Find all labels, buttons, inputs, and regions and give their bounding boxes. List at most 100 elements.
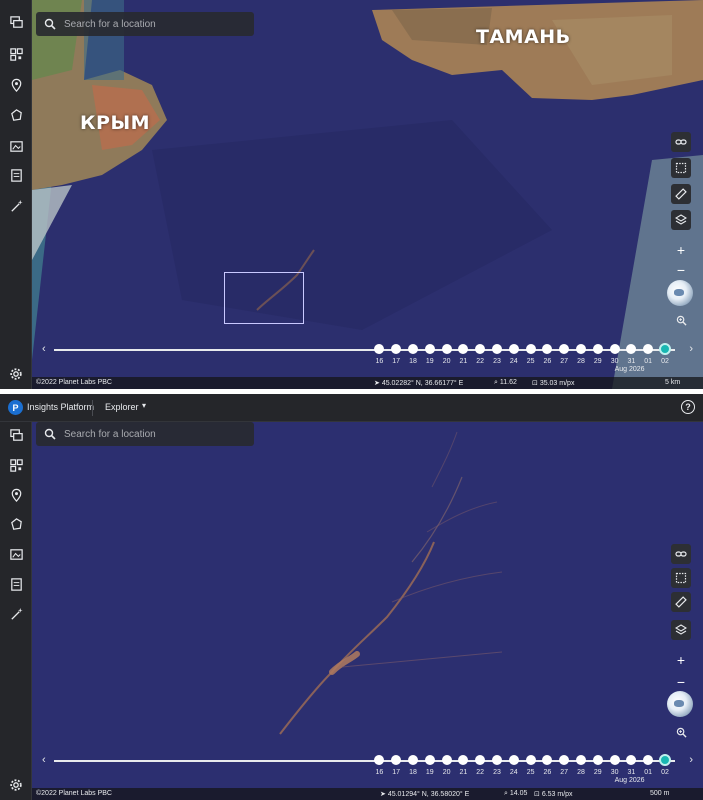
timeline-day-dot[interactable] [391, 755, 402, 765]
timeline-day-dot[interactable] [441, 755, 452, 765]
top-map-panel: КРЫМ ТАМАНЬ + − ‹ › 16 17 18 19 20 21 22 23 24 25 26 [0, 0, 703, 389]
ruler-icon[interactable] [671, 592, 691, 612]
app-logo[interactable]: P [8, 400, 23, 415]
globe-icon[interactable] [667, 280, 693, 306]
chevron-down-icon[interactable]: ▾ [142, 401, 146, 410]
search-input[interactable] [64, 428, 244, 440]
link-icon[interactable] [671, 544, 691, 564]
timeline-day-dot[interactable] [542, 344, 553, 354]
search-input[interactable] [64, 18, 244, 30]
timeline-next-arrow[interactable]: › [689, 754, 693, 766]
globe-icon[interactable] [667, 691, 693, 717]
timeline-day-dot[interactable] [374, 755, 385, 765]
timeline-day-dot[interactable] [391, 344, 402, 354]
zoom-extent-icon[interactable] [671, 722, 691, 742]
timeline-day-dot[interactable] [643, 755, 654, 765]
timeline-day-active[interactable] [659, 754, 671, 766]
timeline-next-arrow[interactable]: › [689, 343, 693, 355]
timeline-day-label: 16 [375, 358, 384, 365]
timeline-day-label: 02 [661, 769, 669, 776]
timeline-day-dot[interactable] [525, 344, 536, 354]
date-timeline[interactable]: ‹ › 16 17 18 19 20 21 22 23 24 25 26 27 28 29 30 31 01 02 Au… [42, 341, 693, 373]
timeline-day-dot[interactable] [492, 344, 502, 354]
timeline-day-label: 26 [543, 769, 552, 776]
timeline-day-dot[interactable] [492, 755, 502, 765]
location-pin-icon[interactable] [8, 487, 24, 503]
timeline-day-dot[interactable] [626, 344, 637, 354]
timeline-day-dot[interactable] [458, 344, 469, 354]
timeline-day-dot[interactable] [576, 344, 586, 354]
satellite-map-view[interactable]: КРЫМ ТАМАНЬ + − ‹ › 16 17 18 19 20 21 22 23 24 25 26 [32, 0, 703, 389]
layers-icon[interactable] [671, 210, 691, 230]
magic-wand-icon[interactable] [8, 198, 24, 214]
location-search[interactable] [36, 422, 254, 446]
layers-stack-icon[interactable] [8, 427, 24, 443]
timeline-day-dot[interactable] [441, 344, 452, 354]
polygon-icon[interactable] [8, 516, 24, 532]
timeline-day-label: 29 [593, 769, 602, 776]
timeline-day-dot[interactable] [643, 344, 654, 354]
app-header: P Insights Platform Explorer ▾ ? [0, 394, 703, 422]
timeline-day-active[interactable] [659, 343, 671, 355]
map-label-taman: ТАМАНЬ [476, 26, 571, 48]
zoom-out-button[interactable]: − [671, 672, 691, 692]
timeline-day-label: 23 [493, 769, 501, 776]
timeline-day-dot[interactable] [475, 344, 486, 354]
document-icon[interactable] [8, 576, 24, 592]
timeline-day-dot[interactable] [374, 344, 385, 354]
settings-gear-icon[interactable] [9, 367, 23, 381]
timeline-day-dot[interactable] [458, 755, 469, 765]
image-pin-icon[interactable] [8, 138, 24, 154]
app-title[interactable]: Insights Platform [27, 402, 94, 412]
polygon-icon[interactable] [8, 107, 24, 123]
timeline-day-label: 18 [409, 358, 417, 365]
map-tools: + − [667, 544, 693, 744]
timeline-day-dot[interactable] [576, 755, 586, 765]
timeline-prev-arrow[interactable]: ‹ [42, 343, 46, 355]
timeline-day-dot[interactable] [508, 755, 519, 765]
timeline-prev-arrow[interactable]: ‹ [42, 754, 46, 766]
timeline-day-label: 02 [661, 358, 669, 365]
location-pin-icon[interactable] [8, 77, 24, 93]
timeline-day-dot[interactable] [592, 755, 603, 765]
cursor-coordinates: ➤ 45.01294° N, 36.58020° E [380, 791, 470, 798]
layers-icon[interactable] [671, 620, 691, 640]
timeline-day-label: 19 [425, 769, 434, 776]
timeline-day-dot[interactable] [424, 755, 435, 765]
help-icon[interactable]: ? [681, 400, 695, 414]
explorer-dropdown[interactable]: Explorer [105, 402, 139, 412]
timeline-day-dot[interactable] [408, 344, 418, 354]
timeline-day-dot[interactable] [559, 344, 570, 354]
date-timeline[interactable]: ‹ › 16 17 18 19 20 21 22 23 24 25 26 27 28 29 30 31 01 02 Au… [42, 752, 693, 784]
select-area-icon[interactable] [671, 568, 691, 588]
satellite-map-view[interactable]: + − ‹ › 16 17 18 19 20 21 22 23 24 25 26 27 28 29 30 31 01… [32, 422, 703, 800]
grid-qr-icon[interactable] [8, 46, 24, 62]
image-pin-icon[interactable] [8, 546, 24, 562]
timeline-day-dot[interactable] [609, 755, 620, 765]
layers-stack-icon[interactable] [8, 14, 24, 30]
timeline-day-dot[interactable] [525, 755, 536, 765]
magic-wand-icon[interactable] [8, 606, 24, 622]
timeline-day-dot[interactable] [626, 755, 637, 765]
timeline-day-dot[interactable] [609, 344, 620, 354]
timeline-day-dot[interactable] [408, 755, 418, 765]
settings-gear-icon[interactable] [9, 778, 23, 792]
timeline-day-dot[interactable] [542, 755, 553, 765]
timeline-day-dot[interactable] [508, 344, 519, 354]
timeline-month-label: Aug 2026 [614, 777, 645, 784]
area-of-interest-box[interactable] [224, 272, 304, 324]
zoom-extent-icon[interactable] [671, 310, 691, 330]
timeline-day-dot[interactable] [475, 755, 486, 765]
timeline-day-dot[interactable] [559, 755, 570, 765]
grid-qr-icon[interactable] [8, 457, 24, 473]
select-area-icon[interactable] [671, 158, 691, 178]
timeline-day-dot[interactable] [424, 344, 435, 354]
ruler-icon[interactable] [671, 184, 691, 204]
zoom-in-button[interactable]: + [671, 240, 691, 260]
zoom-in-button[interactable]: + [671, 650, 691, 670]
location-search[interactable] [36, 12, 254, 36]
timeline-day-dot[interactable] [592, 344, 603, 354]
zoom-out-button[interactable]: − [671, 260, 691, 280]
link-icon[interactable] [671, 132, 691, 152]
document-icon[interactable] [8, 167, 24, 183]
